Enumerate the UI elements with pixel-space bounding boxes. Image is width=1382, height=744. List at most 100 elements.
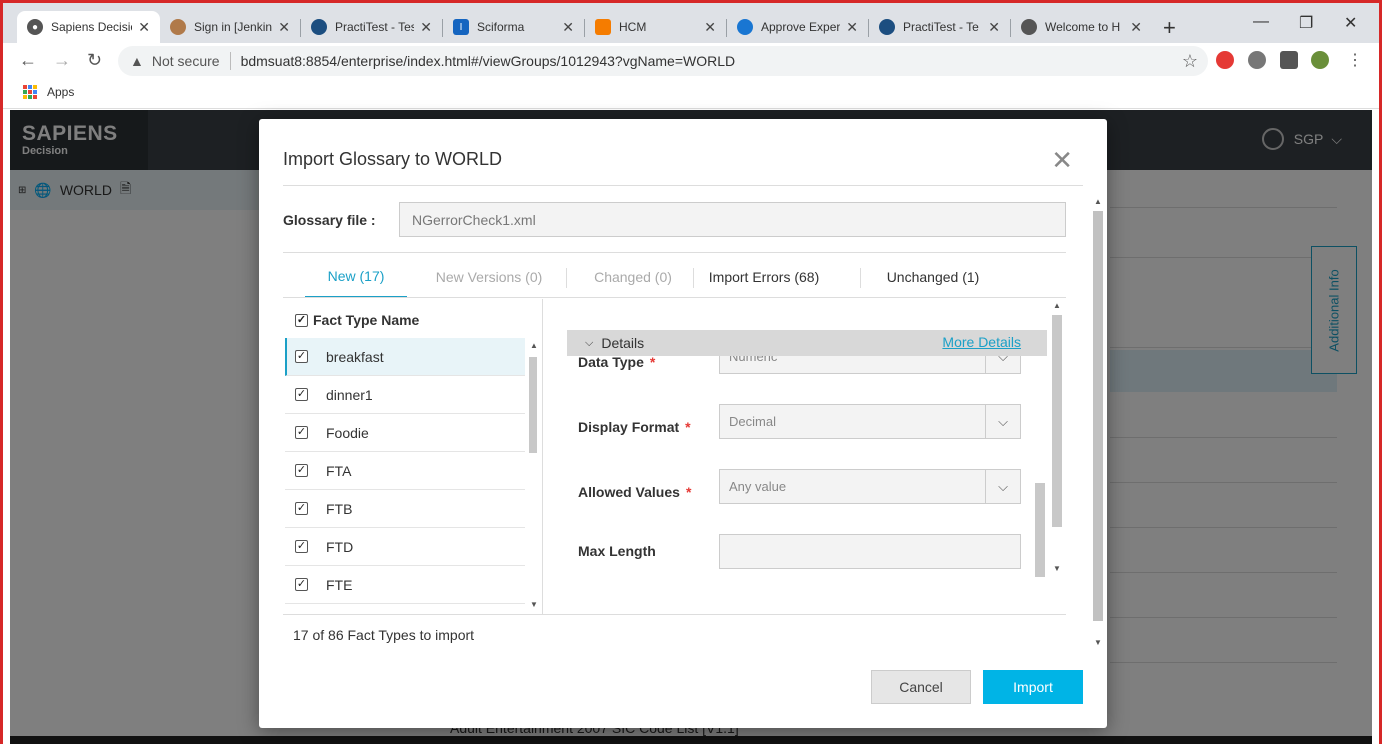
list-item[interactable]: ✓ Foodie <box>285 414 525 452</box>
close-icon[interactable]: ✕ <box>988 19 1000 36</box>
close-icon[interactable]: ✕ <box>846 19 858 36</box>
tab-changed[interactable]: Changed (0) <box>573 256 693 298</box>
scrollbar-thumb[interactable] <box>1093 211 1103 621</box>
browser-tab[interactable]: PractiTest - Tes ✕ <box>301 11 442 43</box>
close-icon[interactable]: ✕ <box>420 19 432 36</box>
fact-type-header-label: Fact Type Name <box>313 312 420 328</box>
close-icon[interactable]: ✕ <box>704 19 716 36</box>
browser-tab[interactable]: Approve Exper ✕ <box>727 11 868 43</box>
address-bar-row: ← → ↻ ▲ Not secure bdmsuat8:8854/enterpr… <box>3 43 1379 79</box>
tab-new-versions[interactable]: New Versions (0) <box>419 256 559 298</box>
browser-tab[interactable]: HCM ✕ <box>585 11 726 43</box>
item-checkbox[interactable]: ✓ <box>295 502 308 515</box>
tab-label: Welcome to H <box>1045 20 1121 34</box>
window-close-icon[interactable]: ✕ <box>1344 13 1357 33</box>
opera-extension-icon[interactable] <box>1216 51 1234 69</box>
scroll-down-icon[interactable]: ▼ <box>1053 564 1061 573</box>
forward-icon[interactable]: → <box>53 50 71 71</box>
browser-tab[interactable]: ● Sapiens Decisio ✕ <box>17 11 160 43</box>
import-button[interactable]: Import <box>983 670 1083 704</box>
item-checkbox[interactable]: ✓ <box>295 464 308 477</box>
close-icon[interactable]: ✕ <box>1130 19 1142 36</box>
fact-type-list: ✓ breakfast ✓ dinner1 ✓ Foodie ✓ FTA ✓ F… <box>285 338 525 610</box>
close-icon[interactable]: ✕ <box>562 19 574 36</box>
fact-type-name: dinner1 <box>326 386 373 403</box>
browser-tabbar: ● Sapiens Decisio ✕ Sign in [Jenkin ✕ Pr… <box>3 3 1379 43</box>
security-status: Not secure <box>151 53 220 69</box>
apps-bookmark[interactable]: Apps <box>23 85 74 99</box>
minimize-icon[interactable]: — <box>1253 13 1269 31</box>
scrollbar-thumb[interactable] <box>1052 315 1062 527</box>
glossary-file-field[interactable]: NGerrorCheck1.xml <box>399 202 1066 237</box>
display-format-label: Display Format <box>578 419 680 435</box>
chevron-down-icon[interactable]: ⌵ <box>985 470 1020 503</box>
browser-tab[interactable]: Sign in [Jenkin ✕ <box>160 11 300 43</box>
scrollbar-thumb[interactable] <box>1035 483 1045 577</box>
extension-icon[interactable] <box>1248 51 1266 69</box>
item-checkbox[interactable]: ✓ <box>295 350 308 363</box>
globe-icon: ● <box>27 19 43 35</box>
scrollbar-thumb[interactable] <box>529 357 537 453</box>
details-inner-scrollbar[interactable] <box>1033 475 1047 577</box>
details-scrollbar[interactable]: ▲ ▼ <box>1050 301 1064 573</box>
jenkins-icon <box>170 19 186 35</box>
avatar[interactable] <box>1311 51 1329 69</box>
scroll-up-icon[interactable]: ▲ <box>1094 197 1102 206</box>
close-icon[interactable]: ✕ <box>138 19 150 36</box>
back-icon[interactable]: ← <box>19 50 37 71</box>
list-item[interactable]: ✓ FTE <box>285 566 525 604</box>
required-marker: * <box>649 354 656 370</box>
tab-unchanged[interactable]: Unchanged (1) <box>867 256 999 298</box>
scroll-up-icon[interactable]: ▲ <box>530 341 538 350</box>
list-item[interactable]: ✓ dinner1 <box>285 376 525 414</box>
allowed-values-select[interactable]: Any value ⌵ <box>719 469 1021 504</box>
list-item[interactable]: ✓ breakfast <box>285 338 525 376</box>
fact-type-name: Foodie <box>326 424 369 441</box>
browser-tab[interactable]: PractiTest - Te ✕ <box>869 11 1010 43</box>
practitest-icon <box>879 19 895 35</box>
fact-type-name: FTA <box>326 462 352 479</box>
star-icon[interactable]: ☆ <box>1182 51 1198 72</box>
tab-new[interactable]: New (17) <box>305 256 407 298</box>
browser-tab[interactable]: I Sciforma ✕ <box>443 11 584 43</box>
address-input[interactable]: ▲ Not secure bdmsuat8:8854/enterprise/in… <box>118 46 1208 76</box>
reload-icon[interactable]: ↻ <box>87 50 102 71</box>
glossary-file-label: Glossary file : <box>283 212 376 228</box>
browser-tab[interactable]: Welcome to H ✕ <box>1011 11 1152 43</box>
menu-kebab-icon[interactable]: ⋮ <box>1347 50 1363 70</box>
item-checkbox[interactable]: ✓ <box>295 578 308 591</box>
item-checkbox[interactable]: ✓ <box>295 388 308 401</box>
chevron-down-icon[interactable]: ⌵ <box>985 405 1020 438</box>
list-scrollbar[interactable]: ▲ ▼ <box>527 339 539 611</box>
fact-type-list-pane: ✓ Fact Type Name ✓ breakfast ✓ dinner1 ✓… <box>283 299 543 614</box>
close-icon[interactable]: ✕ <box>1051 147 1073 173</box>
sciforma-icon: I <box>453 19 469 35</box>
restore-icon[interactable]: ❐ <box>1299 13 1313 33</box>
select-all-checkbox[interactable]: ✓ <box>295 313 308 327</box>
scroll-up-icon[interactable]: ▲ <box>1053 301 1061 310</box>
new-tab-icon[interactable]: + <box>1163 15 1176 41</box>
tab-import-errors[interactable]: Import Errors (68) <box>699 256 829 298</box>
scroll-down-icon[interactable]: ▼ <box>530 600 538 609</box>
list-item[interactable]: ✓ FTB <box>285 490 525 528</box>
item-checkbox[interactable]: ✓ <box>295 426 308 439</box>
scroll-down-icon[interactable]: ▼ <box>1094 638 1102 647</box>
item-checkbox[interactable]: ✓ <box>295 540 308 553</box>
details-section-header[interactable]: ⌵ Details More Details <box>567 330 1047 356</box>
approve-icon <box>737 19 753 35</box>
details-title: Details <box>601 335 645 351</box>
close-icon[interactable]: ✕ <box>278 19 290 36</box>
list-item[interactable]: ✓ FTA <box>285 452 525 490</box>
list-item[interactable]: ✓ FTD <box>285 528 525 566</box>
puzzle-icon[interactable] <box>1280 51 1298 69</box>
tab-divider <box>860 268 861 288</box>
max-length-input[interactable] <box>719 534 1021 569</box>
tab-label: Sciforma <box>477 20 525 34</box>
more-details-link[interactable]: More Details <box>942 334 1021 350</box>
cancel-button[interactable]: Cancel <box>871 670 971 704</box>
warning-icon: ▲ <box>130 53 144 69</box>
display-format-value: Decimal <box>729 414 776 429</box>
display-format-select[interactable]: Decimal ⌵ <box>719 404 1021 439</box>
tabs-divider <box>283 297 1066 298</box>
dialog-scrollbar[interactable]: ▲ ▼ <box>1091 197 1105 647</box>
